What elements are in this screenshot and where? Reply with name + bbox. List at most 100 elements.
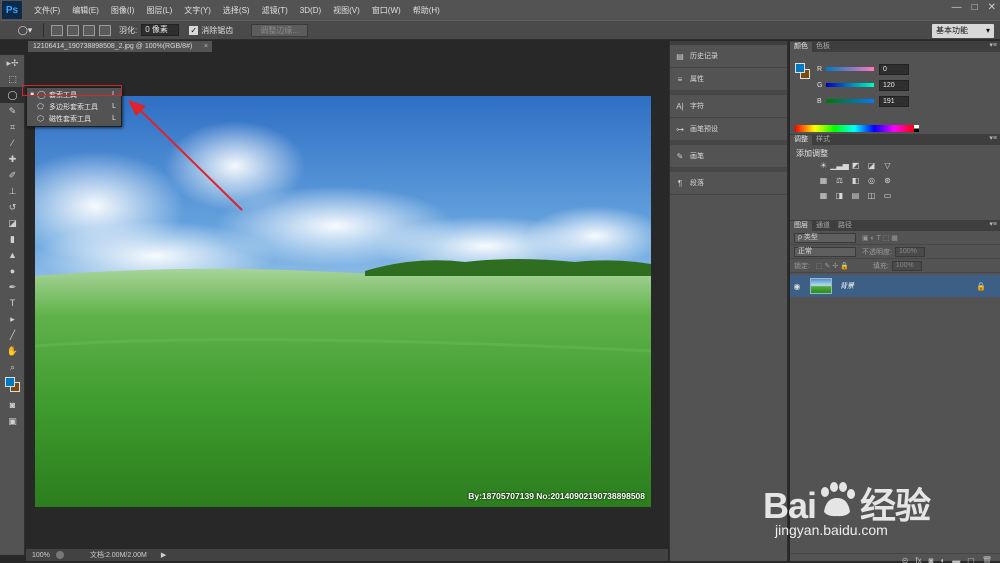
black-white-swatch[interactable] [914, 125, 919, 132]
green-slider[interactable] [826, 83, 874, 87]
fx-icon[interactable]: fx [915, 556, 921, 563]
gradient-map-icon[interactable]: ▭ [881, 190, 894, 201]
flyout-item-lasso[interactable]: ■ ◯ 套索工具 L [27, 89, 121, 100]
blue-input[interactable]: 191 [879, 95, 909, 107]
blend-mode-select[interactable]: 正常 [794, 246, 856, 257]
menu-type[interactable]: 文字(Y) [178, 5, 217, 16]
color-swatches[interactable] [0, 375, 25, 397]
menu-filter[interactable]: 滤镜(T) [256, 5, 294, 16]
panel-history[interactable]: ▤ 历史记录 [670, 45, 787, 68]
black-white-icon[interactable]: ◧ [849, 175, 862, 186]
type-tool-icon[interactable]: T [0, 295, 25, 311]
clone-stamp-icon[interactable]: ⊥ [0, 183, 25, 199]
color-lookup-icon[interactable]: ▦ [817, 190, 830, 201]
foreground-color-swatch[interactable] [5, 377, 15, 387]
tab-channels[interactable]: 通道 [812, 221, 834, 231]
opacity-input[interactable]: 100% [894, 246, 925, 257]
green-input[interactable]: 120 [879, 79, 909, 91]
red-input[interactable]: 0 [879, 63, 909, 75]
tab-paths[interactable]: 路径 [834, 221, 856, 231]
crop-tool-icon[interactable]: ⌗ [0, 119, 25, 135]
dodge-tool-icon[interactable]: ● [0, 263, 25, 279]
threshold-icon[interactable]: ◫ [865, 190, 878, 201]
document-image[interactable]: By:18705707139 No:20140902190738898508 [35, 96, 651, 507]
gradient-tool-icon[interactable]: ▮ [0, 231, 25, 247]
marquee-tool-icon[interactable]: ⬚ [0, 71, 25, 87]
move-tool-icon[interactable]: ▸✢ [0, 55, 25, 71]
pen-tool-icon[interactable]: ✒ [0, 279, 25, 295]
minimize-button[interactable]: — [952, 2, 962, 13]
feather-input[interactable]: 0 像素 [141, 24, 180, 36]
panel-brush[interactable]: ✎ 画笔 [670, 145, 787, 168]
hue-saturation-icon[interactable]: ▦ [817, 175, 830, 186]
zoom-tool-icon[interactable]: ⌕ [0, 359, 25, 375]
levels-icon[interactable]: ▁▃▅ [830, 160, 848, 171]
mask-icon[interactable]: ◙ [929, 556, 934, 563]
menu-edit[interactable]: 编辑(E) [66, 5, 105, 16]
menu-view[interactable]: 视图(V) [327, 5, 366, 16]
menu-window[interactable]: 窗口(W) [366, 5, 407, 16]
panel-menu-icon[interactable]: ▾≡ [989, 220, 997, 228]
panel-menu-icon[interactable]: ▾≡ [989, 41, 997, 49]
close-tab-icon[interactable]: × [204, 41, 208, 52]
visibility-eye-icon[interactable]: ◉ [790, 282, 804, 291]
tab-swatches[interactable]: 色板 [812, 42, 834, 52]
panel-properties[interactable]: ≡ 属性 [670, 68, 787, 91]
color-balance-icon[interactable]: ⚖ [833, 175, 846, 186]
curves-icon[interactable]: ◩ [849, 160, 862, 171]
channel-mixer-icon[interactable]: ⊛ [881, 175, 894, 186]
status-info-icon[interactable] [56, 551, 64, 559]
menu-image[interactable]: 图像(I) [105, 5, 141, 16]
color-spectrum-bar[interactable] [795, 125, 914, 132]
new-layer-icon[interactable]: ▢ [967, 556, 975, 563]
intersect-selection-icon[interactable] [99, 24, 111, 36]
panel-menu-icon[interactable]: ▾≡ [989, 134, 997, 142]
quick-select-tool-icon[interactable]: ✎ [0, 103, 25, 119]
panel-character[interactable]: A| 字符 [670, 95, 787, 118]
eyedropper-tool-icon[interactable]: ⁄ [0, 135, 25, 151]
menu-3d[interactable]: 3D(D) [294, 6, 327, 15]
shape-tool-icon[interactable]: ╱ [0, 327, 25, 343]
photo-filter-icon[interactable]: ◎ [865, 175, 878, 186]
foreground-color-swatch[interactable] [795, 63, 805, 73]
layer-row-background[interactable]: ◉ 背景 🔒 [790, 275, 1000, 297]
maximize-button[interactable]: □ [972, 2, 978, 13]
posterize-icon[interactable]: ▤ [849, 190, 862, 201]
blue-slider[interactable] [826, 99, 874, 103]
tab-adjustments[interactable]: 调整 [790, 135, 812, 145]
link-icon[interactable]: ⊝ [902, 556, 909, 563]
menu-layer[interactable]: 图层(L) [140, 5, 178, 16]
status-menu-arrow-icon[interactable]: ▶ [161, 551, 166, 559]
new-selection-icon[interactable] [51, 24, 63, 36]
red-slider[interactable] [826, 67, 874, 71]
menu-help[interactable]: 帮助(H) [407, 5, 446, 16]
eraser-tool-icon[interactable]: ◪ [0, 215, 25, 231]
exposure-icon[interactable]: ◪ [865, 160, 878, 171]
fill-input[interactable]: 100% [891, 260, 922, 271]
quick-mask-icon[interactable]: ◙ [0, 397, 25, 413]
panel-paragraph[interactable]: ¶ 段落 [670, 172, 787, 195]
add-selection-icon[interactable] [67, 24, 79, 36]
tab-styles[interactable]: 样式 [812, 135, 834, 145]
flyout-item-magnetic-lasso[interactable]: ⬡ 磁性套索工具 L [27, 113, 121, 124]
trash-icon[interactable]: 🗑 [982, 556, 992, 563]
healing-brush-icon[interactable]: ✚ [0, 151, 25, 167]
hand-tool-icon[interactable]: ✋ [0, 343, 25, 359]
path-select-icon[interactable]: ▸ [0, 311, 25, 327]
flyout-item-polygonal-lasso[interactable]: ⬠ 多边形套索工具 L [27, 101, 121, 112]
lasso-preset-icon[interactable]: ◯▾ [12, 23, 38, 37]
layer-filter-select[interactable]: ρ 类型 [794, 232, 856, 243]
subtract-selection-icon[interactable] [83, 24, 95, 36]
invert-icon[interactable]: ◨ [833, 190, 846, 201]
filter-icons[interactable]: ▣ ◐ T ⬚ ▦ [862, 234, 898, 242]
brightness-icon[interactable]: ☀ [817, 160, 830, 171]
menu-file[interactable]: 文件(F) [28, 5, 66, 16]
adjustment-layer-icon[interactable]: ◐ [940, 556, 945, 563]
menu-select[interactable]: 选择(S) [217, 5, 256, 16]
refine-edge-button[interactable]: 调整边缘... [251, 23, 308, 37]
close-window-button[interactable]: ✕ [988, 2, 996, 13]
vibrance-icon[interactable]: ▽ [881, 160, 894, 171]
document-tab[interactable]: 12106414_190738898508_2.jpg @ 100%(RGB/8… [28, 41, 212, 52]
workspace-select[interactable]: 基本功能 ▾ [932, 24, 994, 38]
tab-layers[interactable]: 图层 [790, 221, 812, 231]
